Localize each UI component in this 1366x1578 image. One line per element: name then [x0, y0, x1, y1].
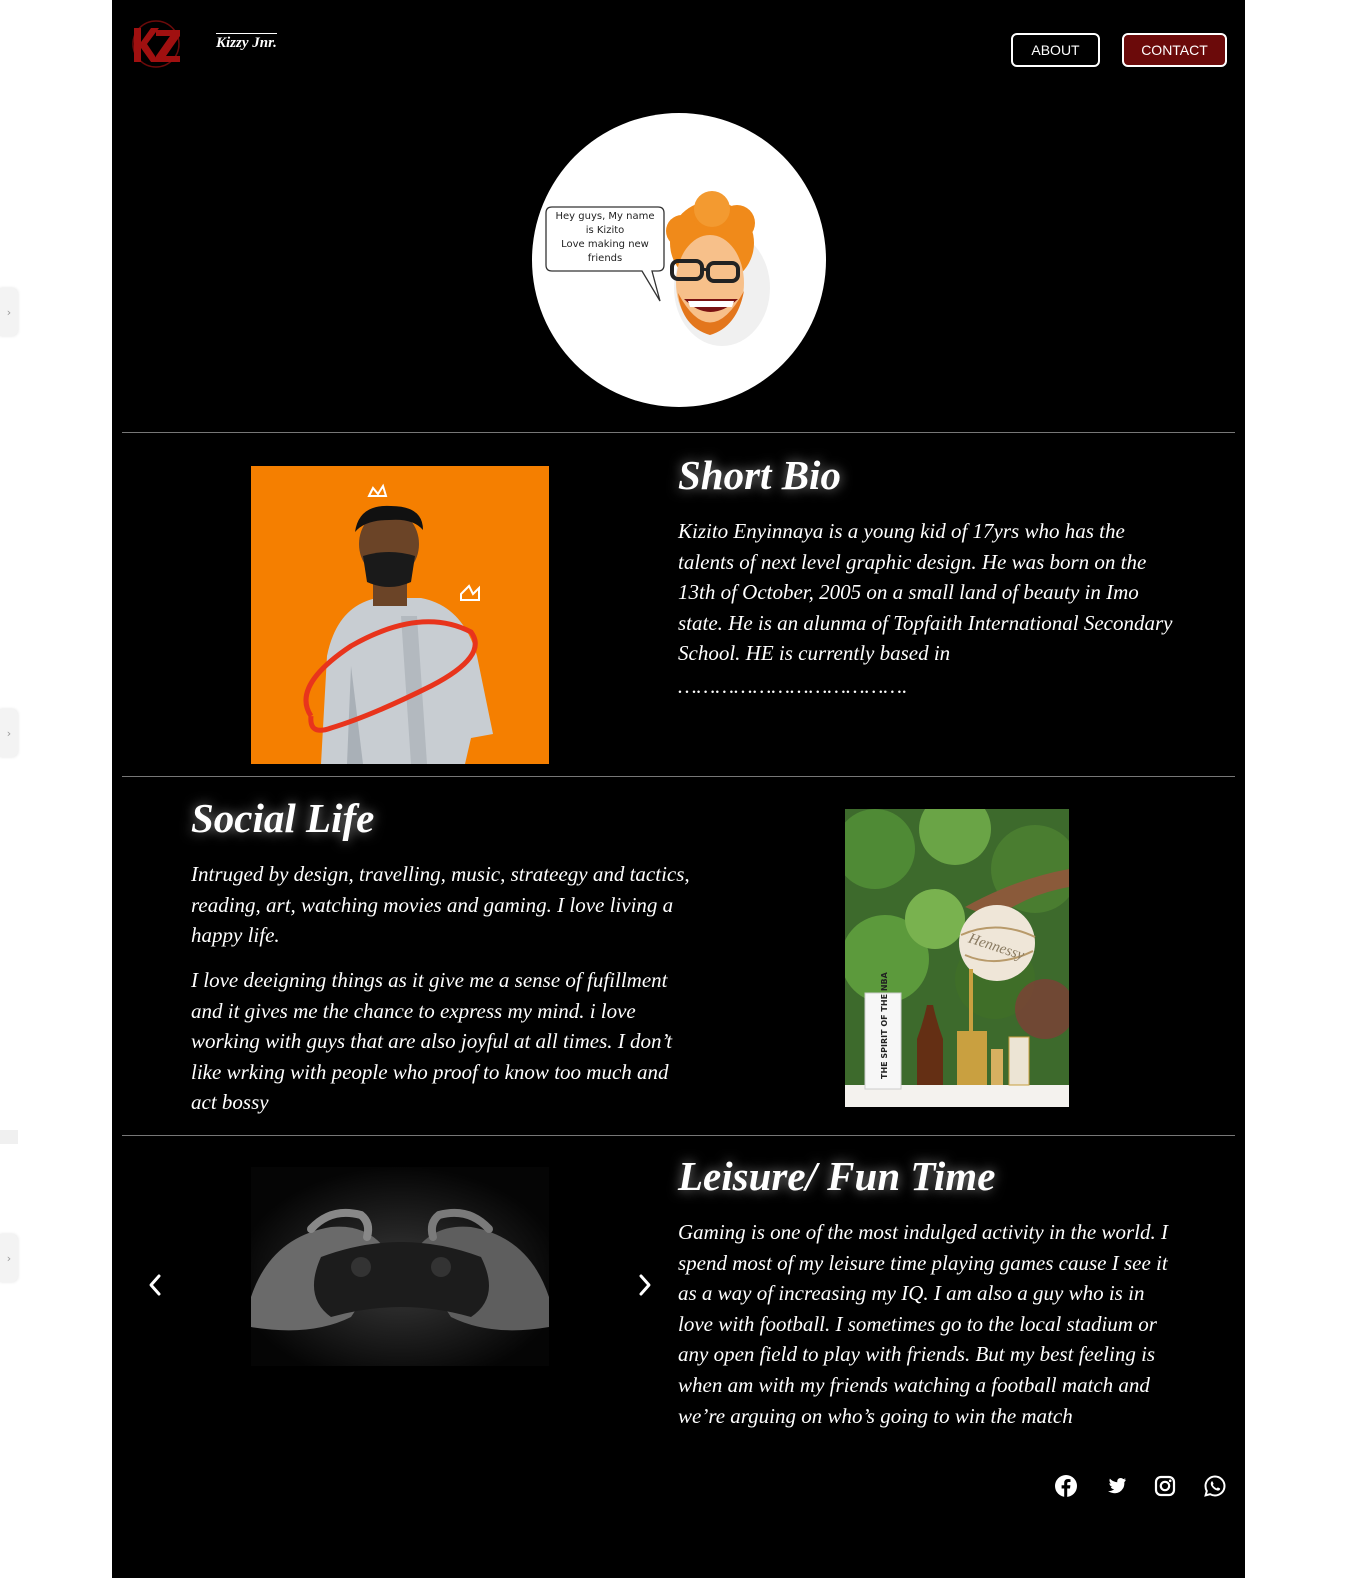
box-label-text: THE SPIRIT OF THE NBA [880, 971, 889, 1079]
bio-illustration [251, 466, 549, 764]
speech-line-4: friends [588, 253, 622, 264]
leisure-text: Gaming is one of the most indulged activ… [678, 1220, 1168, 1428]
bio-text: Kizito Enyinnaya is a young kid of 17yrs… [678, 519, 1173, 666]
speech-line-3: Love making new [561, 239, 649, 250]
social-life-photo: Hennessy THE SPIRIT OF THE NBA [845, 809, 1069, 1107]
contact-button[interactable]: CONTACT [1122, 33, 1227, 67]
profile-avatar: Hey guys, My name is Kizito Love making … [532, 113, 826, 407]
carousel-next-arrow-icon[interactable] [634, 1272, 656, 1298]
social-life-text-2: I love deeigning things as it give me a … [191, 968, 673, 1115]
speech-line-2: is Kizito [586, 225, 625, 236]
logo-icon[interactable] [130, 18, 182, 70]
section-divider [122, 776, 1235, 777]
side-panel-strip [0, 1130, 18, 1144]
whatsapp-icon[interactable] [1203, 1474, 1227, 1498]
side-panel-tab-3[interactable]: › [0, 1234, 18, 1282]
leisure-title: Leisure/ Fun Time [678, 1153, 996, 1199]
twitter-icon[interactable] [1104, 1474, 1128, 1498]
bio-ellipsis: ………………………………. [678, 674, 908, 698]
bio-title: Short Bio [678, 452, 841, 498]
side-panel-tab-2[interactable]: › [0, 709, 18, 757]
speech-line-1: Hey guys, My name [555, 211, 654, 222]
social-life-title: Social Life [191, 795, 375, 841]
section-divider [122, 432, 1235, 433]
side-panel-tab-1[interactable]: › [0, 288, 18, 336]
instagram-icon[interactable] [1153, 1474, 1177, 1498]
facebook-icon[interactable] [1054, 1474, 1078, 1498]
gaming-carousel-image [251, 1167, 549, 1366]
section-divider [122, 1135, 1235, 1136]
about-button[interactable]: ABOUT [1011, 33, 1100, 67]
brand-name[interactable]: Kizzy Jnr. [216, 33, 277, 52]
page: Kizzy Jnr. ABOUT CONTACT Hey guys, My na… [112, 0, 1245, 1578]
cartoon-avatar-illustration: Hey guys, My name is Kizito Love making … [545, 191, 770, 346]
carousel-prev-arrow-icon[interactable] [144, 1272, 166, 1298]
social-life-text-1: Intruged by design, travelling, music, s… [191, 862, 690, 948]
